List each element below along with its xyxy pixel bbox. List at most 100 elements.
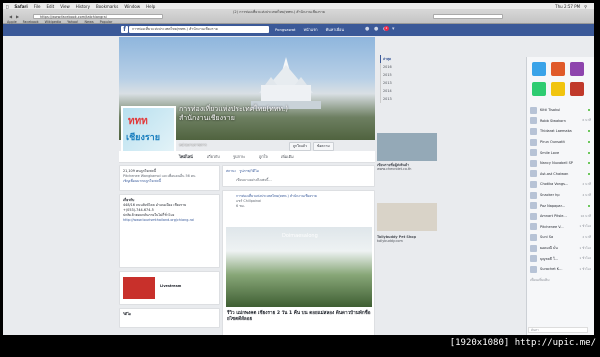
contact-time: 16 นาที [580, 213, 591, 218]
facebook-search-input[interactable]: การท่องเที่ยวแห่งประเทศไทย(ททท.) สำนักงา… [129, 26, 269, 33]
page-profile-picture[interactable]: ททท เชียงราย [121, 106, 176, 156]
year-2014[interactable]: 2014 [380, 87, 392, 95]
tab-about[interactable]: เกี่ยวกับ [207, 154, 220, 160]
temple-illustration [251, 57, 321, 109]
friend-requests-icon[interactable]: ● [365, 27, 370, 32]
contact-name: บุญชลธี ใ... [540, 256, 559, 261]
year-2016[interactable]: 2016 [380, 63, 392, 71]
avatar [530, 223, 537, 231]
page-title: การท่องเที่ยวแห่งประเทศไทย(ททท.) สำนักงา… [179, 105, 288, 122]
menu-help[interactable]: Help [146, 4, 155, 9]
game-tile[interactable] [532, 62, 546, 76]
feed-post: การท่องเที่ยวแห่งประเทศไทย(ททท.) สำนักงา… [222, 190, 375, 335]
browser-search-field[interactable] [433, 14, 503, 19]
online-dot [588, 109, 590, 112]
chat-contact[interactable]: Nancy Nuvabell SP [527, 158, 594, 169]
tab-timeline[interactable]: ไทม์ไลน์ [179, 154, 193, 160]
avatar [530, 233, 537, 241]
image-watermark: Doimaesalong [282, 233, 318, 239]
post-time[interactable]: 6 ชม. [226, 204, 371, 209]
menu-app[interactable]: Safari [14, 4, 27, 9]
contact-time: 2 นาที [582, 181, 591, 186]
year-2013b[interactable]: 2013 [380, 95, 392, 103]
chat-contact[interactable]: Snacker hp 4 นาที [527, 190, 594, 201]
tab-more[interactable]: เพิ่มเติม [281, 154, 294, 160]
ad-2[interactable]: Tollybuddy Pet Shop tollybuddy.com [377, 235, 437, 244]
chat-contact[interactable]: Pitchenee V... 1 ชั่วโมง [527, 222, 594, 233]
ad-1-url[interactable]: www.chevrolet.co.th [377, 167, 437, 171]
composer-photo-tab[interactable]: รูปภาพ/วิดีโอ [239, 169, 258, 173]
game-tile[interactable] [551, 82, 565, 96]
post-image[interactable]: Doimaesalong [226, 227, 372, 307]
chat-contact[interactable]: Poz Napapar... [527, 200, 594, 211]
chat-contact[interactable]: Surachet K... 1 ชั่วโมง [527, 264, 594, 275]
post-link-title[interactable]: รีวิว แม่กพงคต เชียงราย 2 วัน 1 คืน บน ด… [227, 311, 371, 323]
chat-contact[interactable]: Chotika Vongs... 2 นาที [527, 179, 594, 190]
ad-image-1[interactable] [377, 133, 437, 161]
forward-icon[interactable]: ▶ [16, 14, 21, 19]
messages-icon[interactable]: ● [374, 27, 379, 32]
ad-1[interactable]: เขียนรายชื่อผู้ส่งสินค้า www.chevrolet.c… [377, 163, 437, 172]
contact-time: 1 ชั่วโมง [579, 245, 591, 250]
chat-contact[interactable]: Robb Siwakorn 6 นาที [527, 116, 594, 127]
chat-contact[interactable]: Ast-ast Chaiwan [527, 169, 594, 180]
cover-buttons: ถูกใจแล้ว ข้อความ [289, 142, 336, 151]
contact-name: Thidarat Laemaka [540, 129, 572, 134]
contact-name: Amnart Pitsle... [540, 214, 567, 219]
menu-view[interactable]: View [60, 4, 70, 9]
chat-contact[interactable]: ยอดมณี มั่น 1 ชั่วโมง [527, 243, 594, 254]
find-friends-link[interactable]: ค้นหาเพื่อน [326, 27, 344, 33]
contact-name: Kitti Tisakul [540, 108, 561, 113]
menu-file[interactable]: File [34, 4, 41, 9]
menu-bookmarks[interactable]: Bookmarks [96, 4, 118, 9]
chat-contact[interactable]: Amnart Pitsle... 16 นาที [527, 211, 594, 222]
menu-edit[interactable]: Edit [46, 4, 54, 9]
game-tile[interactable] [570, 82, 584, 96]
chat-contact[interactable]: Kitti Tisakul [527, 105, 594, 116]
clock[interactable]: Thu 2:57 PM [555, 4, 580, 9]
facebook-logo[interactable]: f [121, 26, 128, 33]
contact-time: 1 ชั่วโมง [579, 266, 591, 271]
chat-contact[interactable]: Suni Sa 2 นาที [527, 232, 594, 243]
tab-photos[interactable]: รูปภาพ [233, 154, 245, 160]
game-tile[interactable] [570, 62, 584, 76]
menu-history[interactable]: History [76, 4, 90, 9]
invite-friends-link[interactable]: เชิญเพื่อนมากดถูกใจเพจนี้ [123, 179, 216, 184]
tab-likes[interactable]: ถูกใจ [259, 154, 268, 160]
liked-button[interactable]: ถูกใจแล้ว [289, 142, 311, 151]
year-latest[interactable]: ล่าสุด [380, 55, 392, 63]
game-tile[interactable] [532, 82, 546, 96]
composer-input[interactable]: เขียนบางอย่างถึงเพจนี้... [226, 178, 371, 183]
facebook-jewels: ● ● ● ▾ [365, 27, 401, 32]
game-tile[interactable] [551, 62, 565, 76]
settings-icon[interactable]: ▾ [392, 27, 397, 32]
livestream-label[interactable]: Livestream [160, 284, 181, 289]
year-2013a[interactable]: 2013 [380, 79, 392, 87]
year-2015[interactable]: 2015 [380, 71, 392, 79]
ad-image-2[interactable] [377, 203, 437, 231]
notification-badge: 2 [384, 26, 389, 31]
home-link[interactable]: หน้าแรก [304, 27, 318, 33]
composer-status-tab[interactable]: สถานะ [226, 169, 236, 173]
chat-contact[interactable]: Thidarat Laemaka [527, 126, 594, 137]
back-icon[interactable]: ◀ [9, 14, 14, 19]
about-card: เกี่ยวกับ 448/16 ถนนสิงห์ไคล อำเภอเมือง … [119, 194, 220, 268]
contact-name: Suni Sa [540, 235, 554, 240]
spotlight-icon[interactable]: ⚲ [584, 4, 587, 9]
chat-contact[interactable]: Smile Love [527, 147, 594, 158]
profile-link[interactable]: Pongsawat [275, 27, 296, 33]
more-friends-link[interactable]: เพื่อนเพิ่มเติม [527, 275, 594, 286]
menu-window[interactable]: Window [124, 4, 140, 9]
livestream-logo[interactable] [123, 277, 155, 299]
address-bar[interactable]: https://www.facebook.com/tatchiangrai [33, 14, 163, 19]
contact-name: Chotika Vongs... [540, 182, 569, 187]
avatar [530, 149, 537, 157]
online-dot [588, 162, 590, 165]
message-button[interactable]: ข้อความ [312, 142, 334, 151]
apple-icon[interactable]:  [6, 4, 8, 9]
ad-2-url[interactable]: tollybuddy.com [377, 239, 437, 243]
chat-contact[interactable]: Pirun Ounsatit [527, 137, 594, 148]
chat-search-input[interactable]: ค้นหา [528, 327, 588, 333]
chat-contact[interactable]: บุญชลธี ใ... 1 ชั่วโมง [527, 253, 594, 264]
website-link[interactable]: http://www.tourismthailand.org/chiang-ra… [123, 218, 216, 223]
